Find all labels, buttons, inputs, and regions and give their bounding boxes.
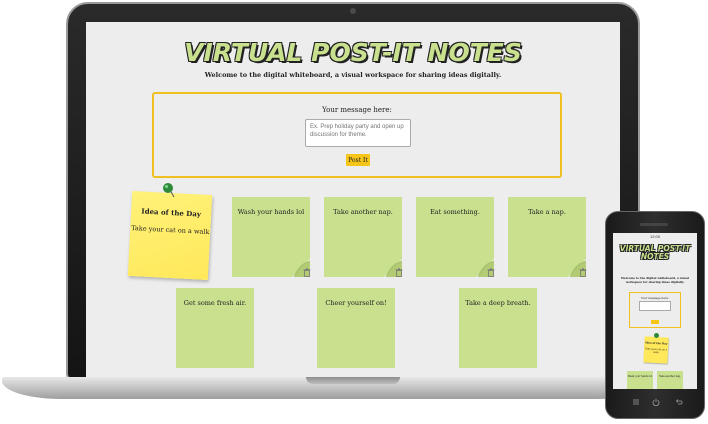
menu-icon[interactable]: [632, 398, 640, 406]
phone-idea-title: Idea of the Day: [645, 341, 668, 346]
phone-idea-text: Take your cat on a walk: [644, 347, 668, 355]
message-input[interactable]: [305, 119, 411, 147]
phone-post-it-button[interactable]: [651, 320, 659, 324]
power-icon[interactable]: [652, 398, 660, 406]
compose-label: Your message here:: [322, 106, 392, 114]
note-card[interactable]: Take a nap.: [508, 197, 586, 277]
note-card[interactable]: Cheer yourself on!: [317, 288, 395, 368]
pushpin-icon: [654, 333, 659, 338]
note-text: Take a deep breath.: [465, 299, 531, 307]
note-card[interactable]: Take another nap.: [324, 197, 402, 277]
phone-note-card[interactable]: Take another nap.: [657, 371, 683, 389]
post-it-button[interactable]: Post It: [346, 154, 370, 166]
note-text: Wash your hands lol: [237, 208, 305, 216]
trash-icon[interactable]: [487, 268, 495, 277]
note-text: Cheer yourself on!: [325, 299, 387, 307]
page-subtitle: Welcome to the digital whiteboard, a vis…: [204, 71, 502, 79]
note-text: Take a nap.: [528, 208, 566, 216]
compose-panel: Your message here: Post It: [152, 92, 562, 178]
camera-icon: [350, 8, 356, 14]
speaker-icon: [640, 223, 668, 226]
trash-icon[interactable]: [303, 268, 311, 277]
note-card[interactable]: Get some fresh air.: [176, 288, 254, 368]
idea-title: Idea of the Day: [141, 206, 202, 219]
note-card[interactable]: Wash your hands lol: [232, 197, 310, 277]
idea-text: Take your cat on a walk: [130, 223, 210, 237]
phone-message-input[interactable]: [639, 301, 671, 311]
note-text: Get some fresh air.: [183, 299, 247, 307]
note-text: Eat something.: [430, 208, 480, 216]
pushpin-icon: [163, 183, 175, 198]
phone-page-title: VIRTUAL POST-IT NOTES: [619, 244, 691, 261]
trash-icon[interactable]: [395, 268, 403, 277]
phone-note-text: Take another nap.: [659, 375, 681, 378]
status-time: 12:00: [649, 234, 660, 239]
note-text: Take another nap.: [333, 208, 393, 216]
note-card[interactable]: Take a deep breath.: [459, 288, 537, 368]
laptop-notch: [306, 377, 400, 384]
trash-icon[interactable]: [579, 268, 587, 277]
phone-page-subtitle: Welcome to the digital whiteboard, a vis…: [621, 276, 689, 284]
laptop-screen: VIRTUAL POST-IT NOTES Welcome to the dig…: [86, 22, 620, 378]
back-icon[interactable]: [675, 398, 683, 406]
page-title: VIRTUAL POST-IT NOTES: [184, 38, 522, 67]
note-card[interactable]: Eat something.: [416, 197, 494, 277]
phone-compose-panel: Your message here:: [629, 292, 681, 328]
idea-of-the-day-note: Idea of the Day Take your cat on a walk: [127, 190, 213, 281]
phone-note-text: Wash your hands lol: [627, 375, 653, 378]
phone-compose-label: Your message here:: [641, 296, 669, 300]
phone-note-card[interactable]: Wash your hands lol: [627, 371, 653, 389]
phone-screen: 12:00 VIRTUAL POST-IT NOTES Welcome to t…: [613, 233, 697, 389]
phone-idea-note: Idea of the Day Take your cat on a walk: [643, 336, 669, 364]
